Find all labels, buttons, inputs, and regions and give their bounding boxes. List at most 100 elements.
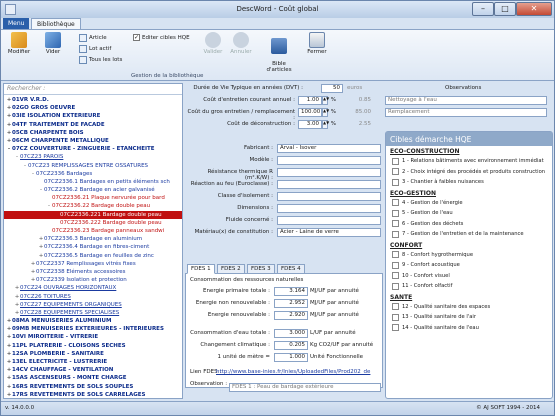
annuler-button[interactable]: Annuler bbox=[227, 32, 255, 55]
hqe-checkbox[interactable] bbox=[392, 157, 399, 165]
tree-item[interactable]: +07CZ28 EQUIPEMENTS SPECIALISES bbox=[4, 309, 182, 317]
tree-item[interactable]: +12SA PLOMBERIE - SANITAIRE bbox=[4, 350, 182, 358]
duree-field[interactable]: 50 bbox=[321, 84, 343, 93]
modifier-button[interactable]: Modifier bbox=[5, 32, 33, 55]
tree-item[interactable]: +01VR V.R.D. bbox=[4, 96, 182, 104]
tree-item[interactable]: +07CZ2336.4 Bardage en fibres-ciment bbox=[4, 243, 182, 251]
tree-item[interactable]: +07CZ2338 Eléments accessoires bbox=[4, 268, 182, 276]
hqe-target-item[interactable]: 3 - Chantier à faibles nuisances bbox=[392, 177, 548, 188]
tab-bibliotheque[interactable]: Bibliothèque bbox=[31, 18, 81, 29]
climat-field[interactable]: 0.205 bbox=[274, 341, 308, 350]
tree-item[interactable]: +03IE ISOLATION EXTERIEURE bbox=[4, 112, 182, 120]
tree-item[interactable]: +13EL ELECTRICITE - LUSTRERIE bbox=[4, 358, 182, 366]
hqe-checkbox[interactable] bbox=[392, 272, 399, 280]
hqe-checkbox[interactable] bbox=[392, 199, 399, 207]
reaction-feu-field[interactable] bbox=[277, 180, 381, 189]
fdes-observation-field[interactable]: FDES 1 : Peau de bardage extérieure bbox=[229, 383, 381, 392]
hqe-target-item[interactable]: 14 - Qualité sanitaire de l'eau bbox=[392, 323, 548, 334]
hqe-target-item[interactable]: 2 - Choix intégré des procédés et produi… bbox=[392, 167, 548, 178]
hqe-checkbox[interactable] bbox=[392, 230, 399, 238]
hqe-checkbox[interactable] bbox=[392, 324, 399, 332]
tree-item[interactable]: +17RS REVETEMENTS DE SOLS CARRELAGES bbox=[4, 391, 182, 398]
hqe-target-item[interactable]: 13 - Qualité sanitaire de l'air bbox=[392, 312, 548, 323]
tree-item[interactable]: -07CZ23 PAROIS bbox=[4, 153, 182, 161]
hqe-target-item[interactable]: 1 - Relations bâtiments avec environneme… bbox=[392, 156, 548, 167]
tree-item[interactable]: +07CZ2337 Remplissages vitrés fixes bbox=[4, 260, 182, 268]
resistance-field[interactable] bbox=[277, 168, 381, 177]
tree-item[interactable]: 07CZ2336.21 Plaque nervurée pour bard bbox=[4, 194, 182, 202]
tab-menu[interactable]: Menu bbox=[3, 18, 29, 29]
tous-les-lots-button[interactable]: Tous les lots bbox=[79, 56, 122, 64]
hqe-target-item[interactable]: 6 - Gestion des déchets bbox=[392, 219, 548, 230]
classe-isolement-field[interactable] bbox=[277, 192, 381, 201]
tree-item[interactable]: +05CB CHARPENTE BOIS bbox=[4, 129, 182, 137]
tree-item[interactable]: +14CV CHAUFFAGE - VENTILATION bbox=[4, 366, 182, 374]
tree-item[interactable]: +10VI MIROITERIE - VITRERIE bbox=[4, 333, 182, 341]
deconstruction-spinner[interactable]: ▲▼ bbox=[322, 120, 329, 129]
tree-item[interactable]: +04TF TRAITEMENT DE FACADE bbox=[4, 121, 182, 129]
hqe-checkbox[interactable] bbox=[392, 313, 399, 321]
tree-item[interactable]: -07CZ2336.22 Bardage double peau bbox=[4, 202, 182, 210]
hqe-checkbox[interactable] bbox=[392, 251, 399, 259]
tree-item[interactable]: -07CZ2336 Bardages bbox=[4, 170, 182, 178]
hqe-checkbox[interactable] bbox=[392, 303, 399, 311]
tree-item[interactable]: -07CZ COUVERTURE - ZINGUERIE - ETANCHEIT… bbox=[4, 145, 182, 153]
tree-item[interactable]: 07CZ2336.221 Bardage double peau bbox=[4, 210, 182, 219]
energie-primaire-field[interactable]: 3.164 bbox=[274, 287, 308, 296]
close-window-button[interactable]: ✕ bbox=[516, 2, 552, 16]
tree-item[interactable]: +06CM CHARPENTE METALLIQUE bbox=[4, 137, 182, 145]
tree-item[interactable]: +07CZ2339 Isolation et protection bbox=[4, 276, 182, 284]
gros-entretien-spinner[interactable]: ▲▼ bbox=[322, 108, 329, 117]
tree-item[interactable]: -07CZ2336.2 Bardage en acier galvanisé bbox=[4, 186, 182, 194]
valider-button[interactable]: Valider bbox=[199, 32, 227, 55]
hqe-checkbox[interactable] bbox=[392, 220, 399, 228]
tree-item[interactable]: +09MB MENUISERIES EXTERIEURES - INTERIEU… bbox=[4, 325, 182, 333]
tree-item[interactable]: +07CZ2336.3 Bardage en aluminium bbox=[4, 235, 182, 243]
tree-item[interactable]: -07CZ23 REMPLISSAGES ENTRE OSSATURES bbox=[4, 162, 182, 170]
tree-item[interactable]: +11PL PLATRERIE - CLOISONS SECHES bbox=[4, 342, 182, 350]
dimensions-field[interactable] bbox=[277, 204, 381, 213]
hqe-target-item[interactable]: 11 - Confort olfactif bbox=[392, 281, 548, 292]
tree-item[interactable]: 07CZ2336.23 Bardage panneaux sandwi bbox=[4, 227, 182, 235]
hqe-checkbox[interactable] bbox=[392, 209, 399, 217]
bible-articles-button[interactable]: Bible d'articles bbox=[263, 32, 295, 79]
tree-item[interactable]: 07CZ2336.1 Bardages en petits éléments s… bbox=[4, 178, 182, 186]
fluide-field[interactable] bbox=[277, 216, 381, 225]
energie-non-ren-field[interactable]: 2.952 bbox=[274, 299, 308, 308]
tree-item[interactable]: +07CZ24 OUVRAGES HORIZONTAUX bbox=[4, 284, 182, 292]
tree-item[interactable]: +07CZ27 EQUIPEMENTS ORGANIQUES bbox=[4, 301, 182, 309]
tree-item[interactable]: +02GO GROS OEUVRE bbox=[4, 104, 182, 112]
observation-1-select[interactable]: Nettoyage à l'eau bbox=[385, 96, 547, 105]
hqe-checkbox[interactable] bbox=[392, 261, 399, 269]
fermer-button[interactable]: Fermer bbox=[303, 32, 331, 55]
editer-cibles-checkbox[interactable]: ✓ Editer cibles HQE bbox=[133, 34, 190, 41]
hqe-target-item[interactable]: 5 - Gestion de l'eau bbox=[392, 208, 548, 219]
vider-button[interactable]: Vider bbox=[39, 32, 67, 55]
tab-fdes-1[interactable]: FDES 1 bbox=[187, 264, 215, 274]
hqe-target-item[interactable]: 7 - Gestion de l'entretien et de la main… bbox=[392, 229, 548, 240]
hqe-target-item[interactable]: 4 - Gestion de l'énergie bbox=[392, 198, 548, 209]
hqe-checkbox[interactable] bbox=[392, 168, 399, 176]
article-button[interactable]: Article bbox=[79, 34, 107, 42]
deconstruction-field[interactable]: 3.00 bbox=[298, 120, 322, 129]
hqe-checkbox[interactable] bbox=[392, 178, 399, 186]
entretien-spinner[interactable]: ▲▼ bbox=[322, 96, 329, 105]
tree-item[interactable]: +07CZ26 TOITURES bbox=[4, 293, 182, 301]
hqe-target-item[interactable]: 10 - Confort visuel bbox=[392, 271, 548, 282]
hqe-checkbox[interactable] bbox=[392, 282, 399, 290]
gros-entretien-field[interactable]: 100.00 bbox=[298, 108, 322, 117]
lien-fdes-link[interactable]: http://www.base-inies.fr/Inies/UploadedF… bbox=[216, 369, 380, 375]
modele-field[interactable] bbox=[277, 156, 381, 165]
minimize-button[interactable]: – bbox=[472, 2, 494, 16]
energie-ren-field[interactable]: 2.920 bbox=[274, 311, 308, 320]
tree-item[interactable]: +15AS ASCENSEURS - MONTE CHARGE bbox=[4, 374, 182, 382]
lot-actif-button[interactable]: Lot actif bbox=[79, 45, 111, 53]
maximize-button[interactable]: □ bbox=[494, 2, 516, 16]
tree-item[interactable]: +07CZ2336.5 Bardage en feuilles de zinc bbox=[4, 252, 182, 260]
materiaux-field[interactable]: Acier - Laine de verre bbox=[277, 228, 381, 237]
unite-field[interactable]: 1.000 bbox=[274, 353, 308, 362]
entretien-field[interactable]: 1.00 bbox=[298, 96, 322, 105]
tree-item[interactable]: 07CZ2336.222 Bardage double peau bbox=[4, 219, 182, 227]
search-input[interactable]: Rechercher : bbox=[4, 84, 182, 95]
tree-item[interactable]: +08MA MENUISERIES ALUMINIUM bbox=[4, 317, 182, 325]
